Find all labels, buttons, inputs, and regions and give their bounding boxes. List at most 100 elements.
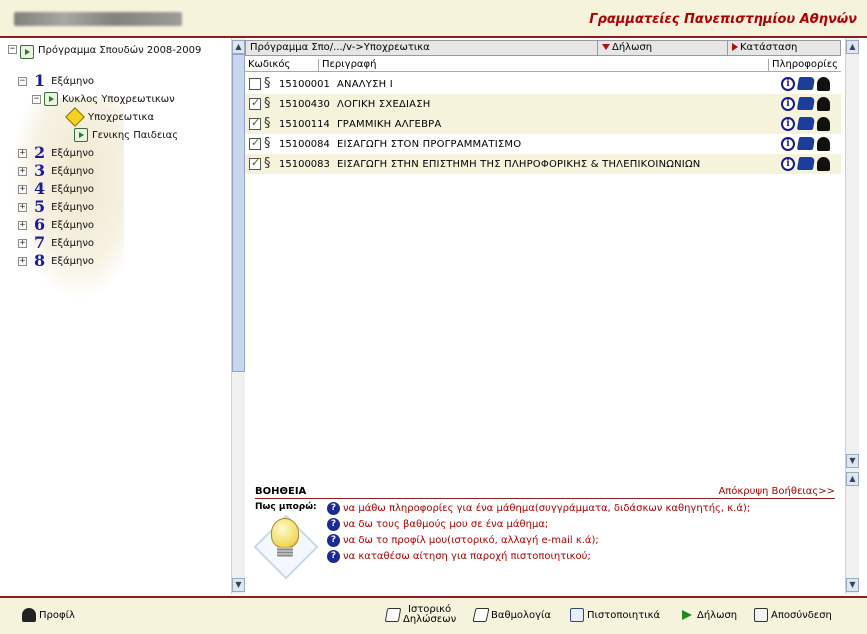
- tree-scrollbar[interactable]: ▲ ▼: [231, 38, 245, 594]
- tree-leaf-general[interactable]: Γενικης Παιδειας: [8, 126, 230, 144]
- course-list: § 15100001 ΑΝΑΛΥΣΗ Ι i § 15100430 ΛΟΓΙΚΗ…: [245, 74, 841, 174]
- collapse-icon[interactable]: −: [32, 94, 41, 104]
- header-bar: Γραμματείες Πανεπιστημίου Αθηνών: [0, 0, 867, 38]
- professor-icon[interactable]: [817, 97, 830, 111]
- book-icon[interactable]: [796, 97, 816, 110]
- info-icon[interactable]: i: [781, 117, 795, 131]
- declaration-history-link[interactable]: Ιστορικό Δηλώσεων: [384, 602, 456, 628]
- footer-bar: Προφίλ Ιστορικό Δηλώσεων Βαθμολογία Πιστο…: [0, 596, 867, 634]
- book-icon[interactable]: [796, 77, 816, 90]
- professor-icon[interactable]: [817, 137, 830, 151]
- lightbulb-icon: [253, 512, 319, 584]
- professor-icon[interactable]: [817, 117, 830, 131]
- help-item[interactable]: ? να μάθω πληροφορίες για ένα μάθημα(συγγ…: [327, 500, 750, 516]
- declaration-header[interactable]: Δήλωση: [598, 41, 728, 55]
- declaration-link[interactable]: Δήλωση: [680, 606, 737, 624]
- expand-icon[interactable]: +: [18, 256, 27, 266]
- tree-semester-2[interactable]: + 2 Εξάμηνο: [8, 144, 230, 162]
- profile-link[interactable]: Προφίλ: [22, 606, 75, 624]
- info-icon[interactable]: i: [781, 97, 795, 111]
- info-icon[interactable]: i: [781, 77, 795, 91]
- course-scrollbar[interactable]: ▲ ▼ ▲ ▼: [845, 38, 859, 594]
- course-title: ΓΡΑΜΜΙΚΗ ΑΛΓΕΒΡΑ: [337, 118, 442, 130]
- table-row: § 15100114 ΓΡΑΜΜΙΚΗ ΑΛΓΕΒΡΑ i: [245, 114, 841, 134]
- help-item[interactable]: ? να δω τους βαθμούς μου σε ένα μάθημα;: [327, 516, 750, 532]
- tree-semester-1[interactable]: − 1 Εξάμηνο: [8, 72, 230, 90]
- course-code: 15100084: [279, 138, 330, 150]
- tree-semester-4[interactable]: + 4 Εξάμηνο: [8, 180, 230, 198]
- certificates-link[interactable]: Πιστοποιητικά: [570, 606, 660, 624]
- tree-cycle[interactable]: − Κυκλος Υποχρεωτικων: [8, 90, 230, 108]
- grades-link[interactable]: Βαθμολογία: [472, 606, 551, 624]
- table-row: § 15100083 ΕΙΣΑΓΩΓΗ ΣΤΗΝ ΕΠΙΣΤΗΜΗ ΤΗΣ ΠΛ…: [245, 154, 841, 174]
- collapse-icon[interactable]: −: [8, 45, 17, 54]
- column-description[interactable]: Περιγραφή: [319, 59, 769, 71]
- info-icons: i: [781, 97, 841, 111]
- tree-semester-6[interactable]: + 6 Εξάμηνο: [8, 216, 230, 234]
- scroll-icon: §: [264, 76, 271, 91]
- tree-semester-7[interactable]: + 7 Εξάμηνο: [8, 234, 230, 252]
- scroll-down-icon[interactable]: ▼: [846, 578, 859, 592]
- info-icon[interactable]: i: [781, 157, 795, 171]
- course-checkbox[interactable]: [249, 156, 261, 170]
- direction-sign-icon: [65, 107, 85, 127]
- curriculum-icon: [20, 45, 34, 59]
- scroll-icon: §: [264, 156, 271, 171]
- collapse-icon[interactable]: −: [18, 76, 27, 86]
- professor-icon[interactable]: [817, 77, 830, 91]
- tree-leaf-mandatory[interactable]: Υποχρεωτικα: [8, 107, 230, 127]
- scroll-thumb[interactable]: [232, 54, 245, 372]
- logout-icon: [754, 608, 768, 622]
- course-code: 15100083: [279, 158, 330, 170]
- course-checkbox[interactable]: [249, 96, 261, 110]
- help-item[interactable]: ? να καταθέσω αίτηση για παροχή πιστοποιη…: [327, 548, 750, 564]
- course-code: 15100114: [279, 118, 330, 130]
- notepad-icon: [472, 608, 490, 622]
- hide-help-link[interactable]: Απόκρυψη Βοήθειας>>: [718, 486, 835, 497]
- expand-icon[interactable]: +: [18, 220, 27, 230]
- scroll-up-icon[interactable]: ▲: [232, 40, 245, 54]
- scroll-icon: [384, 608, 402, 622]
- expand-icon[interactable]: +: [18, 184, 27, 194]
- scroll-up-icon[interactable]: ▲: [846, 472, 859, 486]
- course-checkbox[interactable]: [249, 136, 261, 150]
- status-header[interactable]: Κατάσταση: [728, 41, 840, 55]
- tree-semester-8[interactable]: + 8 Εξάμηνο: [8, 252, 230, 270]
- book-icon[interactable]: [796, 117, 816, 130]
- scroll-down-icon[interactable]: ▼: [232, 578, 245, 592]
- expand-icon[interactable]: +: [18, 166, 27, 176]
- scroll-up-icon[interactable]: ▲: [846, 40, 859, 54]
- curriculum-tree: − Πρόγραμμα Σπουδών 2008-2009 − 1 Εξάμην…: [8, 42, 230, 270]
- tree-semester-5[interactable]: + 5 Εξάμηνο: [8, 198, 230, 216]
- info-icon[interactable]: i: [781, 137, 795, 151]
- expand-icon[interactable]: +: [18, 148, 27, 158]
- help-how-label: Πως μπορώ:: [255, 502, 317, 512]
- info-icons: i: [781, 137, 841, 151]
- course-checkbox[interactable]: [249, 78, 261, 90]
- tree-semester-3[interactable]: + 3 Εξάμηνο: [8, 162, 230, 180]
- question-icon: ?: [327, 549, 340, 563]
- book-icon[interactable]: [796, 137, 816, 150]
- category-icon: [74, 128, 88, 142]
- course-code: 15100430: [279, 98, 330, 110]
- help-item[interactable]: ? να δω το προφίλ μου(ιστορικό, αλλαγή e-…: [327, 532, 750, 548]
- course-title: ΕΙΣΑΓΩΓΗ ΣΤΗΝ ΕΠΙΣΤΗΜΗ ΤΗΣ ΠΛΗΡΟΦΟΡΙΚΗΣ …: [337, 158, 701, 170]
- table-row: § 15100001 ΑΝΑΛΥΣΗ Ι i: [245, 74, 841, 94]
- scroll-down-icon[interactable]: ▼: [846, 454, 859, 468]
- tree-pane: − Πρόγραμμα Σπουδών 2008-2009 − 1 Εξάμην…: [0, 38, 230, 594]
- table-row: § 15100084 ΕΙΣΑΓΩΓΗ ΣΤΟΝ ΠΡΟΓΡΑΜΜΑΤΙΣΜΟ …: [245, 134, 841, 154]
- course-checkbox[interactable]: [249, 116, 261, 130]
- expand-icon[interactable]: +: [18, 202, 27, 212]
- play-icon: [732, 43, 738, 51]
- book-icon[interactable]: [796, 157, 816, 170]
- tree-root[interactable]: − Πρόγραμμα Σπουδών 2008-2009: [8, 42, 230, 72]
- page-title: Γραμματείες Πανεπιστημίου Αθηνών: [589, 12, 857, 27]
- scroll-icon: §: [264, 116, 271, 131]
- question-icon: ?: [327, 501, 340, 515]
- scroll-icon: §: [264, 136, 271, 151]
- professor-icon[interactable]: [817, 157, 830, 171]
- expand-icon[interactable]: +: [18, 238, 27, 248]
- logout-link[interactable]: Αποσύνδεση: [754, 606, 832, 624]
- arrow-right-icon: [680, 608, 694, 622]
- column-code[interactable]: Κωδικός: [245, 59, 319, 71]
